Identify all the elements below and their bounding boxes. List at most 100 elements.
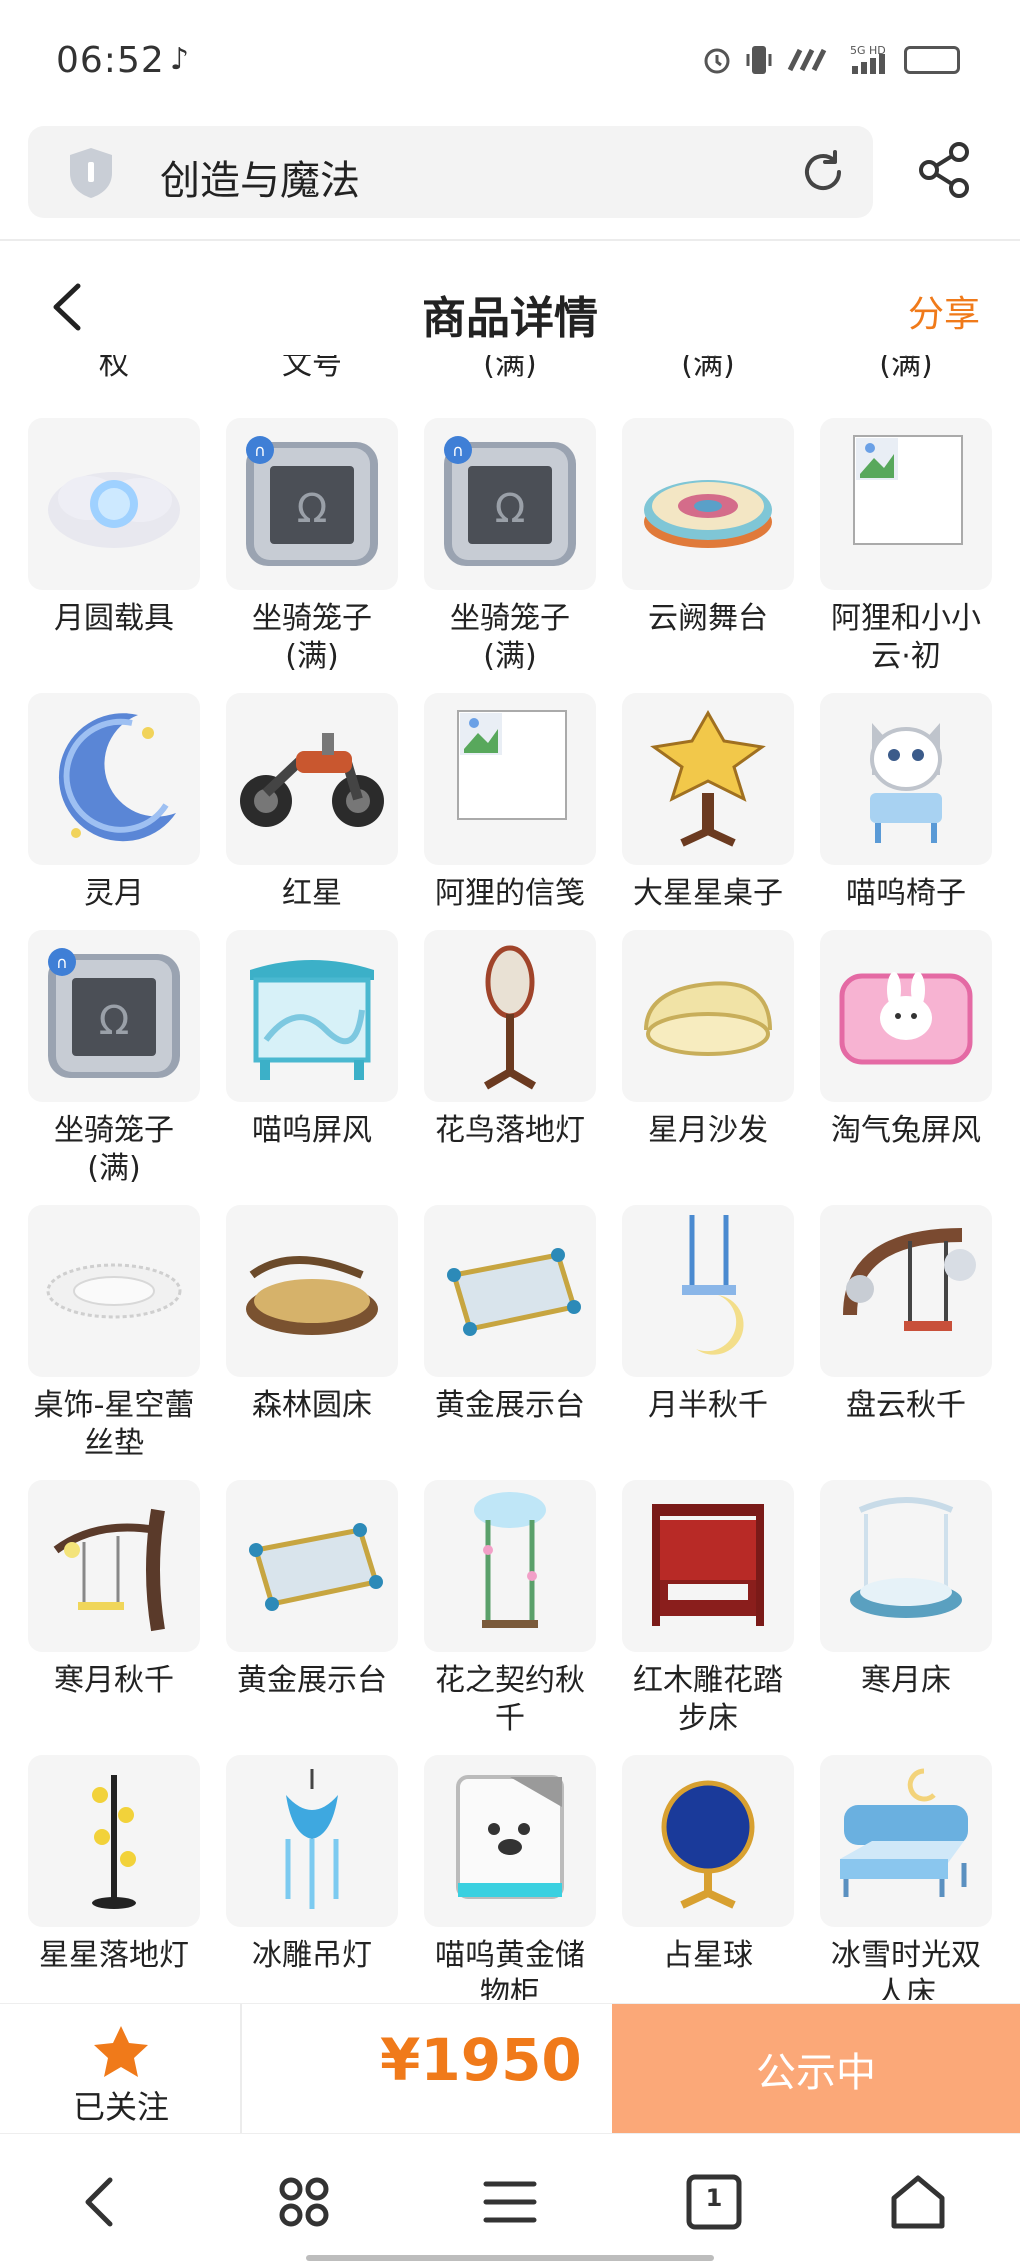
mount-cage-icon[interactable]: Ω ∩ <box>226 418 398 590</box>
item-label: 喵呜屏风 <box>252 1113 372 1148</box>
grid-item[interactable]: 黄金展示台 <box>226 1480 398 1700</box>
lace-mat-icon[interactable] <box>28 1205 200 1377</box>
star-lamp-icon[interactable] <box>28 1755 200 1927</box>
motorcycle-icon[interactable] <box>226 693 398 865</box>
grid-item[interactable]: 桌饰-星空蕾丝垫 <box>28 1205 200 1463</box>
svg-text:Ω: Ω <box>99 998 130 1044</box>
address-bar[interactable]: 创造与魔法 <box>28 126 873 218</box>
grid-item[interactable]: 喵呜黄金储物柜 <box>424 1755 596 2000</box>
grid-item[interactable]: 寒月秋千 <box>28 1480 200 1700</box>
item-label: 盘云秋千 <box>846 1388 966 1423</box>
cloud-swing-icon[interactable] <box>820 1205 992 1377</box>
canopy-bed-icon[interactable] <box>622 1480 794 1652</box>
svg-text:∩: ∩ <box>452 441 464 460</box>
screen-icon[interactable] <box>226 930 398 1102</box>
cat-chair-icon[interactable] <box>820 693 992 865</box>
share-button[interactable]: 分享 <box>908 285 980 337</box>
grid-item[interactable]: 星月沙发 <box>622 930 794 1150</box>
vibrate-icon <box>746 46 772 74</box>
round-stage-icon[interactable] <box>622 418 794 590</box>
action-bar: 已关注 ¥1950 公示中 <box>0 2003 1020 2134</box>
double-bed-icon[interactable] <box>820 1755 992 1927</box>
item-label: 月圆载具 <box>54 601 174 636</box>
grid-item[interactable]: 冰雕吊灯 <box>226 1755 398 1975</box>
broken-image-icon[interactable] <box>820 418 992 590</box>
grid-item[interactable]: 花之契约秋千 <box>424 1480 596 1738</box>
share-icon[interactable] <box>915 140 975 200</box>
status-time: 06:52 <box>56 40 165 81</box>
menu-icon[interactable] <box>480 2172 540 2232</box>
item-label: 云阙舞台 <box>648 601 768 636</box>
follow-label: 已关注 <box>72 2088 169 2126</box>
item-label: 喵呜黄金储物柜 <box>435 1938 585 2000</box>
display-platform-icon[interactable] <box>226 1480 398 1652</box>
moon-swing-icon[interactable] <box>622 1205 794 1377</box>
cabinet-icon[interactable] <box>424 1755 596 1927</box>
back-icon[interactable] <box>72 2172 132 2232</box>
page-title: 商品详情 <box>422 293 598 344</box>
mount-cage-icon[interactable]: Ω ∩ <box>424 418 596 590</box>
grid-item[interactable]: 喵呜屏风 <box>226 930 398 1150</box>
grid-item[interactable]: 云阙舞台 <box>622 418 794 638</box>
svg-text:∩: ∩ <box>254 441 266 460</box>
grid-item[interactable]: 冰雪时光双人床 <box>820 1755 992 2000</box>
tabs-icon[interactable]: 1 <box>684 2172 744 2232</box>
grid-item[interactable]: 月圆载具 <box>28 418 200 638</box>
display-platform-icon[interactable] <box>424 1205 596 1377</box>
grid-item[interactable]: 寒月床 <box>820 1480 992 1700</box>
grid-item[interactable]: 红木雕花踏步床 <box>622 1480 794 1738</box>
item-label: 大星星桌子 <box>633 876 783 911</box>
item-label: 寒月秋千 <box>54 1663 174 1698</box>
grid-item[interactable]: 红星 <box>226 693 398 913</box>
browser-nav-bar: 1 <box>0 2133 1020 2267</box>
item-label: 红星 <box>282 876 342 911</box>
grid-item[interactable]: 盘云秋千 <box>820 1205 992 1425</box>
partial-label: (满) <box>483 355 537 382</box>
follow-button[interactable]: 已关注 <box>0 2004 242 2134</box>
grid-item[interactable]: Ω ∩ 坐骑笼子(满) <box>226 418 398 676</box>
floor-lamp-icon[interactable] <box>424 930 596 1102</box>
item-label: 冰雪时光双人床 <box>831 1938 981 2000</box>
crescent-moon-icon[interactable] <box>28 693 200 865</box>
item-label: 花鸟落地灯 <box>435 1113 585 1148</box>
grid-item[interactable]: 大星星桌子 <box>622 693 794 913</box>
grid-item[interactable]: 阿狸和小小云·初 <box>820 418 992 676</box>
star-table-icon[interactable] <box>622 693 794 865</box>
grid-item[interactable]: 喵呜椅子 <box>820 693 992 913</box>
grid-item[interactable]: 花鸟落地灯 <box>424 930 596 1150</box>
grid-item[interactable]: 占星球 <box>622 1755 794 1975</box>
round-bed-icon[interactable] <box>820 1480 992 1652</box>
globe-icon[interactable] <box>622 1755 794 1927</box>
item-label: 阿狸的信笺 <box>435 876 585 911</box>
item-label: 坐骑笼子(满) <box>450 601 570 674</box>
sofa-icon[interactable] <box>622 930 794 1102</box>
grid-item[interactable]: 阿狸的信笺 <box>424 693 596 913</box>
shield-icon[interactable] <box>66 146 116 200</box>
grid-item[interactable]: 淘气兔屏风 <box>820 930 992 1150</box>
home-icon[interactable] <box>888 2172 948 2232</box>
url-title[interactable]: 创造与魔法 <box>160 148 360 206</box>
grid-item[interactable]: Ω ∩ 坐骑笼子(满) <box>424 418 596 676</box>
apps-icon[interactable] <box>274 2172 334 2232</box>
item-label: 月半秋千 <box>648 1388 768 1423</box>
grid-item[interactable]: 黄金展示台 <box>424 1205 596 1425</box>
chandelier-icon[interactable] <box>226 1755 398 1927</box>
grid-item[interactable]: 森林圆床 <box>226 1205 398 1425</box>
moon-orb-icon[interactable] <box>28 418 200 590</box>
grid-item[interactable]: 月半秋千 <box>622 1205 794 1425</box>
tiktok-icon: ♪ <box>170 42 190 77</box>
home-indicator[interactable] <box>306 2255 714 2261</box>
public-status-button[interactable]: 公示中 <box>612 2004 1020 2134</box>
tree-swing-icon[interactable] <box>28 1480 200 1652</box>
bunny-screen-icon[interactable] <box>820 930 992 1102</box>
grid-item[interactable]: Ω ∩ 坐骑笼子(满) <box>28 930 200 1188</box>
item-label: 星星落地灯 <box>39 1938 189 1973</box>
flower-swing-icon[interactable] <box>424 1480 596 1652</box>
nest-bed-icon[interactable] <box>226 1205 398 1377</box>
item-label: 占星球 <box>663 1938 753 1973</box>
grid-item[interactable]: 星星落地灯 <box>28 1755 200 1975</box>
reload-icon[interactable] <box>799 148 847 196</box>
mount-cage-icon[interactable]: Ω ∩ <box>28 930 200 1102</box>
grid-item[interactable]: 灵月 <box>28 693 200 913</box>
broken-image-icon[interactable] <box>424 693 596 865</box>
